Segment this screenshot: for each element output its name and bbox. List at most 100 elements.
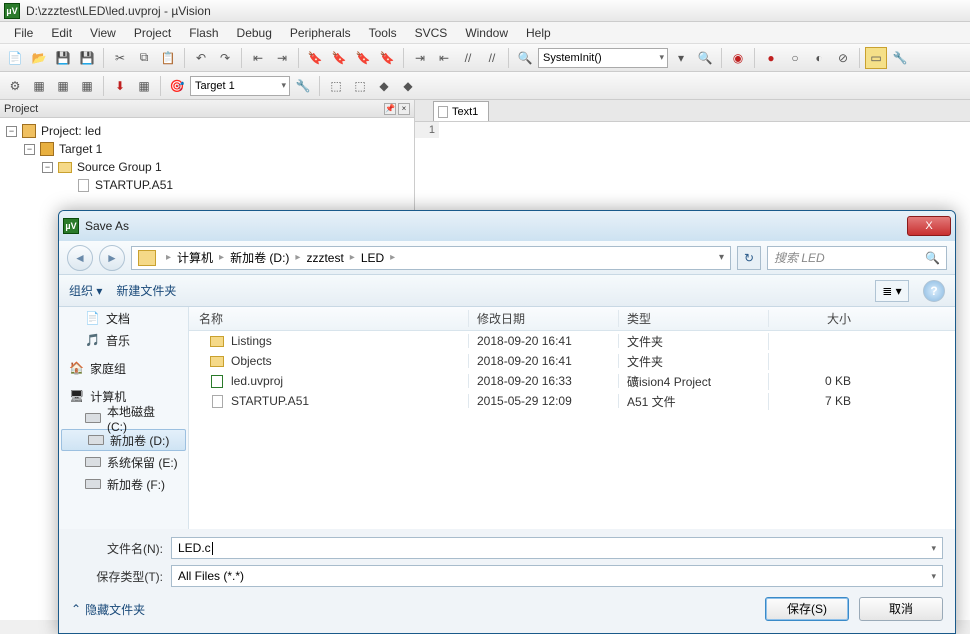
rebuild-icon[interactable]: ▦ xyxy=(52,75,74,97)
undo-icon[interactable]: ↶ xyxy=(190,47,212,69)
crumb-dropdown-icon[interactable]: ▾ xyxy=(719,252,728,263)
bookmark-clear-icon[interactable]: 🔖 xyxy=(376,47,398,69)
chevron-right-icon[interactable]: ▸ xyxy=(289,252,306,263)
redo-icon[interactable]: ↷ xyxy=(214,47,236,69)
place-homegroup[interactable]: 家庭组 xyxy=(59,357,188,379)
refresh-button[interactable]: ↻ xyxy=(737,246,761,270)
menu-flash[interactable]: Flash xyxy=(181,24,226,42)
manage-rte-icon[interactable]: ◆ xyxy=(373,75,395,97)
download-icon[interactable]: ⬇ xyxy=(109,75,131,97)
breakpoint-disable-icon[interactable]: ◐ xyxy=(808,47,830,69)
file-row[interactable]: Listings2018-09-20 16:41文件夹 xyxy=(189,331,955,351)
view-mode-button[interactable]: ≣ ▾ xyxy=(875,280,909,302)
col-name[interactable]: 名称 xyxy=(189,310,469,327)
crumb-folder1[interactable]: zzztest xyxy=(306,251,343,265)
crumb-drive[interactable]: 新加卷 (D:) xyxy=(230,249,289,266)
bookmark-icon[interactable]: 🔖 xyxy=(304,47,326,69)
editor-tab-text1[interactable]: Text1 xyxy=(433,101,489,121)
stop-build-icon[interactable]: ▦ xyxy=(133,75,155,97)
help-button[interactable]: ? xyxy=(923,280,945,302)
config-icon[interactable]: 🔧 xyxy=(889,47,911,69)
nav-back-button[interactable]: ◄ xyxy=(67,245,93,271)
collapse-icon[interactable]: − xyxy=(24,144,35,155)
build-icon[interactable]: ▦ xyxy=(28,75,50,97)
comment-icon[interactable]: // xyxy=(457,47,479,69)
tree-target[interactable]: − Target 1 xyxy=(6,140,408,158)
menu-window[interactable]: Window xyxy=(457,24,516,42)
tree-root[interactable]: − Project: led xyxy=(6,122,408,140)
chevron-right-icon[interactable]: ▸ xyxy=(384,252,401,263)
editor-text-area[interactable] xyxy=(439,122,970,138)
bookmark-next-icon[interactable]: 🔖 xyxy=(352,47,374,69)
nav-forward-button[interactable]: ► xyxy=(99,245,125,271)
panel-pin-icon[interactable]: 📌 xyxy=(384,103,396,115)
menu-svcs[interactable]: SVCS xyxy=(407,24,456,42)
menu-view[interactable]: View xyxy=(82,24,124,42)
crumb-folder2[interactable]: LED xyxy=(361,251,384,265)
filetype-combo[interactable]: All Files (*.*) xyxy=(171,565,943,587)
search-input[interactable]: 搜索 LED 🔍 xyxy=(767,246,947,270)
breakpoint-toggle-icon[interactable]: ○ xyxy=(784,47,806,69)
batch-build-icon[interactable]: ▦ xyxy=(76,75,98,97)
dialog-title-bar[interactable]: µV Save As X xyxy=(59,211,955,241)
find-next-icon[interactable]: ▾ xyxy=(670,47,692,69)
tree-group[interactable]: − Source Group 1 xyxy=(6,158,408,176)
target-combo[interactable]: Target 1 xyxy=(190,76,290,96)
place-documents[interactable]: 文档 xyxy=(59,307,188,329)
new-folder-button[interactable]: 新建文件夹 xyxy=(116,282,176,299)
books-icon[interactable]: ⬚ xyxy=(349,75,371,97)
save-icon[interactable]: 💾 xyxy=(52,47,74,69)
target-options-icon[interactable]: 🎯 xyxy=(166,75,188,97)
new-file-icon[interactable]: 📄 xyxy=(4,47,26,69)
col-size[interactable]: 大小 xyxy=(769,310,869,327)
menu-tools[interactable]: Tools xyxy=(361,24,405,42)
breadcrumb[interactable]: ▸ 计算机 ▸ 新加卷 (D:) ▸ zzztest ▸ LED ▸ ▾ xyxy=(131,246,731,270)
file-row[interactable]: led.uvproj2018-09-20 16:33礦ision4 Projec… xyxy=(189,371,955,391)
chevron-right-icon[interactable]: ▸ xyxy=(160,252,177,263)
menu-project[interactable]: Project xyxy=(126,24,179,42)
dialog-close-button[interactable]: X xyxy=(907,216,951,236)
place-drive-d[interactable]: 新加卷 (D:) xyxy=(61,429,186,451)
find-combo[interactable]: SystemInit() xyxy=(538,48,668,68)
find-icon[interactable]: 🔍 xyxy=(514,47,536,69)
chevron-right-icon[interactable]: ▸ xyxy=(344,252,361,263)
uncomment-icon[interactable]: // xyxy=(481,47,503,69)
chevron-right-icon[interactable]: ▸ xyxy=(213,252,230,263)
place-drive-e[interactable]: 系统保留 (E:) xyxy=(59,451,188,473)
crumb-computer[interactable]: 计算机 xyxy=(177,249,213,266)
place-music[interactable]: 音乐 xyxy=(59,329,188,351)
file-list[interactable]: 名称 修改日期 类型 大小 Listings2018-09-20 16:41文件… xyxy=(189,307,955,529)
breakpoint-kill-icon[interactable]: ⊘ xyxy=(832,47,854,69)
indent-icon[interactable]: ⇥ xyxy=(409,47,431,69)
file-row[interactable]: Objects2018-09-20 16:41文件夹 xyxy=(189,351,955,371)
organize-button[interactable]: 组织 ▾ xyxy=(69,282,102,299)
pack-installer-icon[interactable]: ◆ xyxy=(397,75,419,97)
cancel-button[interactable]: 取消 xyxy=(859,597,943,621)
tree-file[interactable]: STARTUP.A51 xyxy=(6,176,408,194)
nav-back-icon[interactable]: ⇤ xyxy=(247,47,269,69)
menu-peripherals[interactable]: Peripherals xyxy=(282,24,359,42)
window-layout-icon[interactable]: ▭ xyxy=(865,47,887,69)
debug-icon[interactable]: ◉ xyxy=(727,47,749,69)
bookmark-prev-icon[interactable]: 🔖 xyxy=(328,47,350,69)
col-type[interactable]: 类型 xyxy=(619,310,769,327)
menu-debug[interactable]: Debug xyxy=(229,24,280,42)
hide-folders-toggle[interactable]: ⌃ 隐藏文件夹 xyxy=(71,601,145,618)
outdent-icon[interactable]: ⇤ xyxy=(433,47,455,69)
file-row[interactable]: STARTUP.A512015-05-29 12:09A51 文件7 KB xyxy=(189,391,955,411)
open-file-icon[interactable]: 📂 xyxy=(28,47,50,69)
place-drive-c[interactable]: 本地磁盘 (C:) xyxy=(59,407,188,429)
collapse-icon[interactable]: − xyxy=(6,126,17,137)
collapse-icon[interactable]: − xyxy=(42,162,53,173)
place-drive-f[interactable]: 新加卷 (F:) xyxy=(59,473,188,495)
filename-input[interactable]: LED.c xyxy=(171,537,943,559)
manage-project-icon[interactable]: 🔧 xyxy=(292,75,314,97)
menu-help[interactable]: Help xyxy=(518,24,559,42)
find-in-files-icon[interactable]: 🔍 xyxy=(694,47,716,69)
save-button[interactable]: 保存(S) xyxy=(765,597,849,621)
menu-edit[interactable]: Edit xyxy=(43,24,80,42)
translate-icon[interactable]: ⚙ xyxy=(4,75,26,97)
file-ext-icon[interactable]: ⬚ xyxy=(325,75,347,97)
breakpoint-icon[interactable]: ● xyxy=(760,47,782,69)
search-icon[interactable]: 🔍 xyxy=(925,251,940,265)
